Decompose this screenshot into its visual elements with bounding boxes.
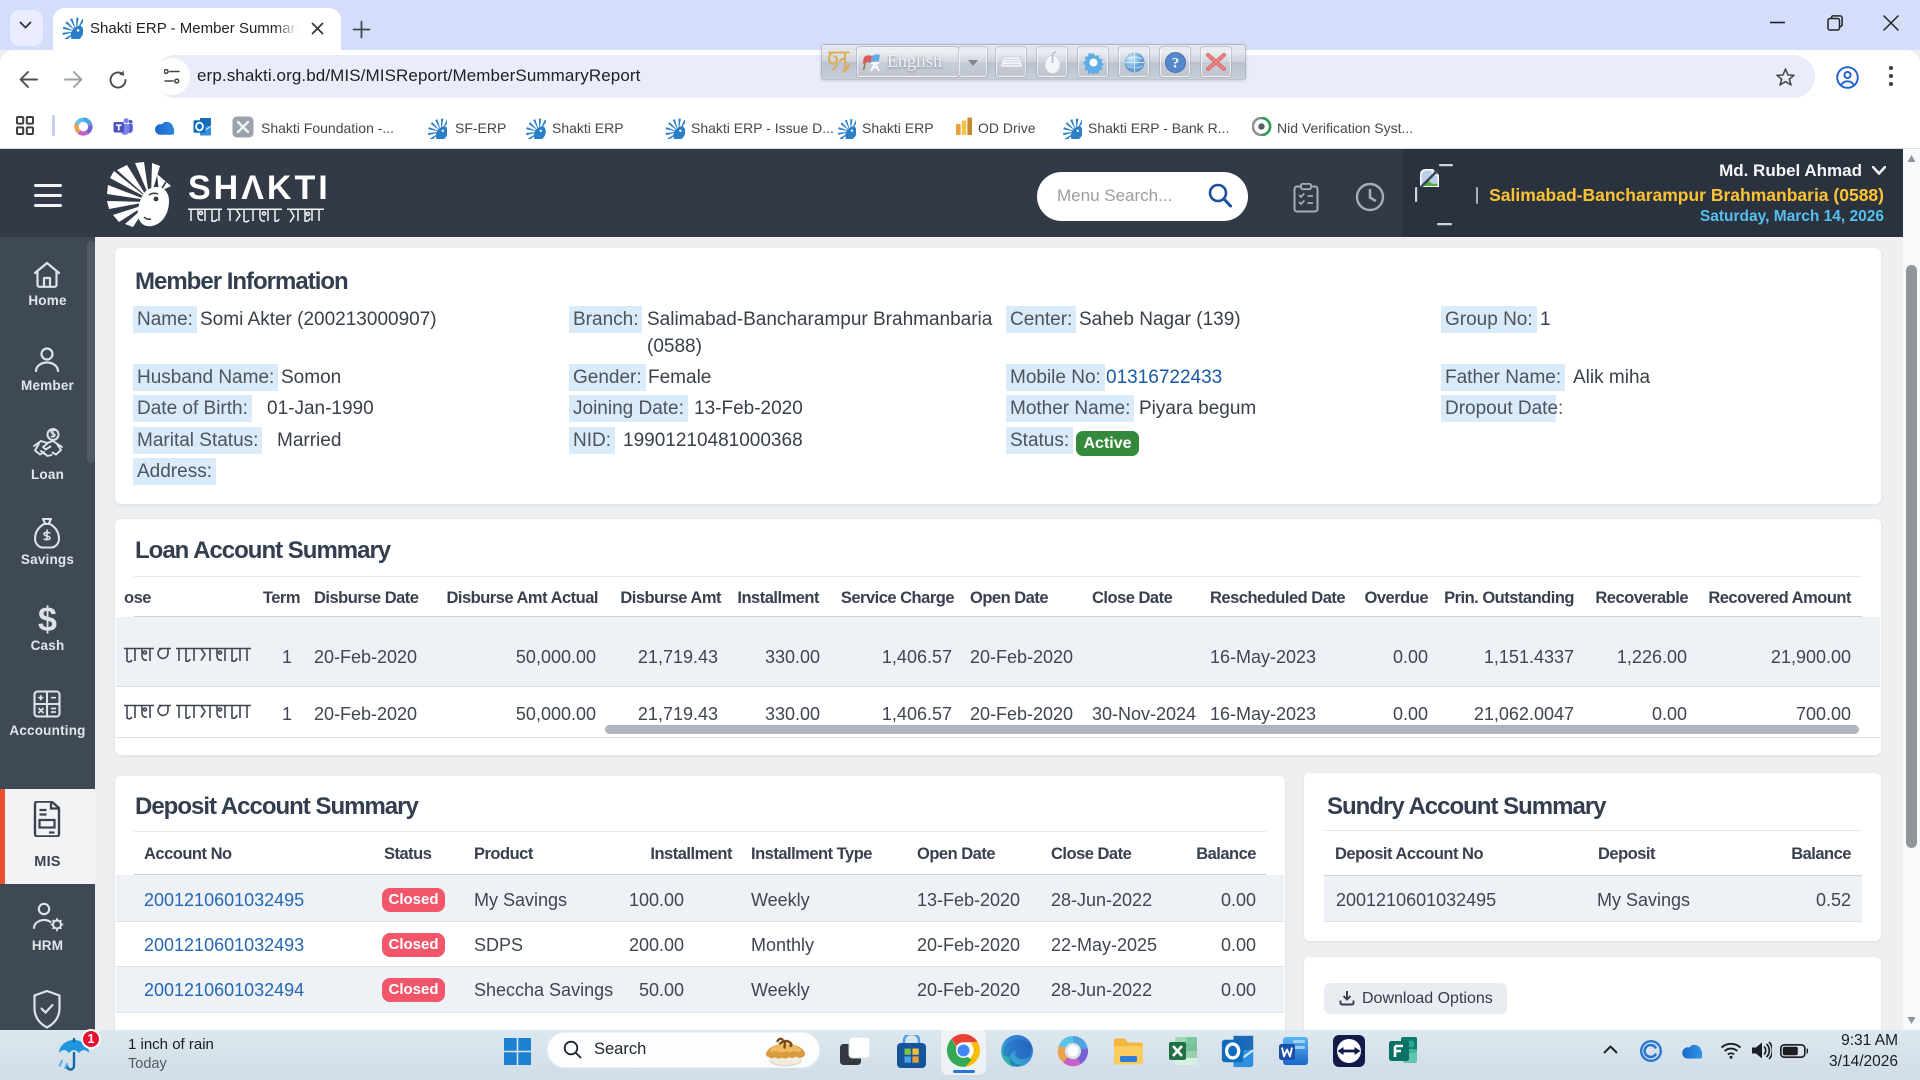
svg-text:?: ? (1172, 56, 1180, 72)
